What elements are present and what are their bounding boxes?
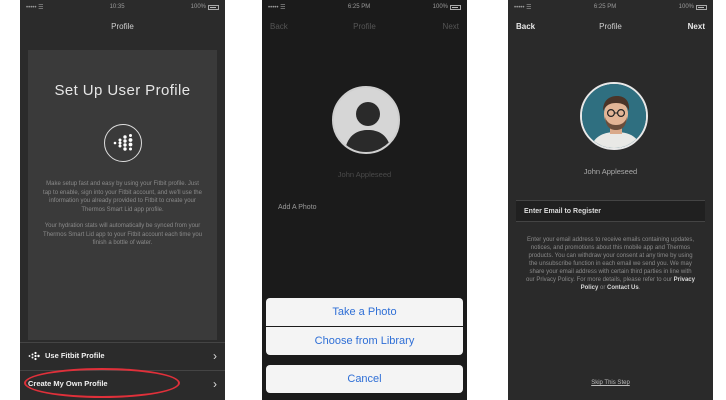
status-time: 6:25 PM <box>593 4 617 10</box>
battery-indicator: 100% <box>679 4 707 10</box>
status-bar: ••••• ☰ 10:35 100% <box>20 0 225 14</box>
battery-indicator: 100% <box>433 4 461 10</box>
nav-title: Profile <box>599 21 622 31</box>
page-title: Set Up User Profile <box>54 82 191 99</box>
use-fitbit-profile-button[interactable]: Use Fitbit Profile › <box>20 342 225 368</box>
profile-setup-screen: ••••• ☰ 10:35 100% Profile Set Up User P… <box>20 0 225 400</box>
battery-percent: 100% <box>190 4 206 10</box>
next-button[interactable]: Next <box>688 22 705 31</box>
take-photo-button[interactable]: Take a Photo <box>266 298 463 326</box>
fitbit-logo-icon <box>104 124 142 162</box>
signal-indicator: ••••• ☰ <box>514 4 532 11</box>
conjunction-text: or <box>600 285 606 291</box>
consent-text: Enter your email address to receive emai… <box>526 237 695 291</box>
user-name: John Appleseed <box>337 170 392 179</box>
contact-us-link[interactable]: Contact Us <box>607 285 639 291</box>
description-paragraph: Make setup fast and easy by using your F… <box>43 181 202 213</box>
avatar-placeholder-icon[interactable] <box>332 86 400 154</box>
back-button[interactable]: Back <box>516 22 535 31</box>
status-time: 6:25 PM <box>347 4 371 10</box>
description-paragraph: Your hydration stats will automatically … <box>42 223 203 246</box>
email-field[interactable]: Enter Email to Register <box>516 200 705 222</box>
nav-title: Profile <box>353 21 376 31</box>
nav-bar: Profile Back Next <box>508 14 713 38</box>
chevron-right-icon: › <box>213 348 217 363</box>
add-photo-screen: ••••• ☰ 6:25 PM 100% Profile Back Next J… <box>262 0 467 400</box>
description-text: Make setup fast and easy by using your F… <box>42 180 203 248</box>
nav-bar: Profile <box>20 14 225 38</box>
register-email-screen: ••••• ☰ 6:25 PM 100% Profile Back Next J… <box>508 0 713 400</box>
battery-percent: 100% <box>432 4 448 10</box>
user-name: John Appleseed <box>583 167 638 176</box>
back-button[interactable]: Back <box>270 22 288 31</box>
signal-indicator: ••••• ☰ <box>26 4 44 11</box>
battery-icon <box>696 4 707 10</box>
battery-icon <box>208 4 219 10</box>
fitbit-icon <box>28 351 40 361</box>
battery-icon <box>450 4 461 10</box>
signal-indicator: ••••• ☰ <box>268 4 286 11</box>
status-time: 10:35 <box>109 4 125 10</box>
consent-body: Enter your email address to receive emai… <box>526 237 695 283</box>
chevron-right-icon: › <box>213 376 217 391</box>
battery-indicator: 100% <box>191 4 219 10</box>
next-button[interactable]: Next <box>443 22 459 31</box>
skip-step-link[interactable]: Skip This Step <box>508 380 713 386</box>
status-bar: ••••• ☰ 6:25 PM 100% <box>262 0 467 14</box>
add-photo-label: Add A Photo <box>278 204 317 211</box>
nav-bar: Profile Back Next <box>262 14 467 38</box>
battery-percent: 100% <box>678 4 694 10</box>
row-label: Use Fitbit Profile <box>45 351 105 360</box>
highlight-annotation <box>24 368 180 398</box>
status-bar: ••••• ☰ 6:25 PM 100% <box>508 0 713 14</box>
nav-title: Profile <box>111 21 134 31</box>
user-photo[interactable] <box>580 82 648 150</box>
choose-from-library-button[interactable]: Choose from Library <box>266 327 463 355</box>
cancel-button[interactable]: Cancel <box>266 365 463 393</box>
